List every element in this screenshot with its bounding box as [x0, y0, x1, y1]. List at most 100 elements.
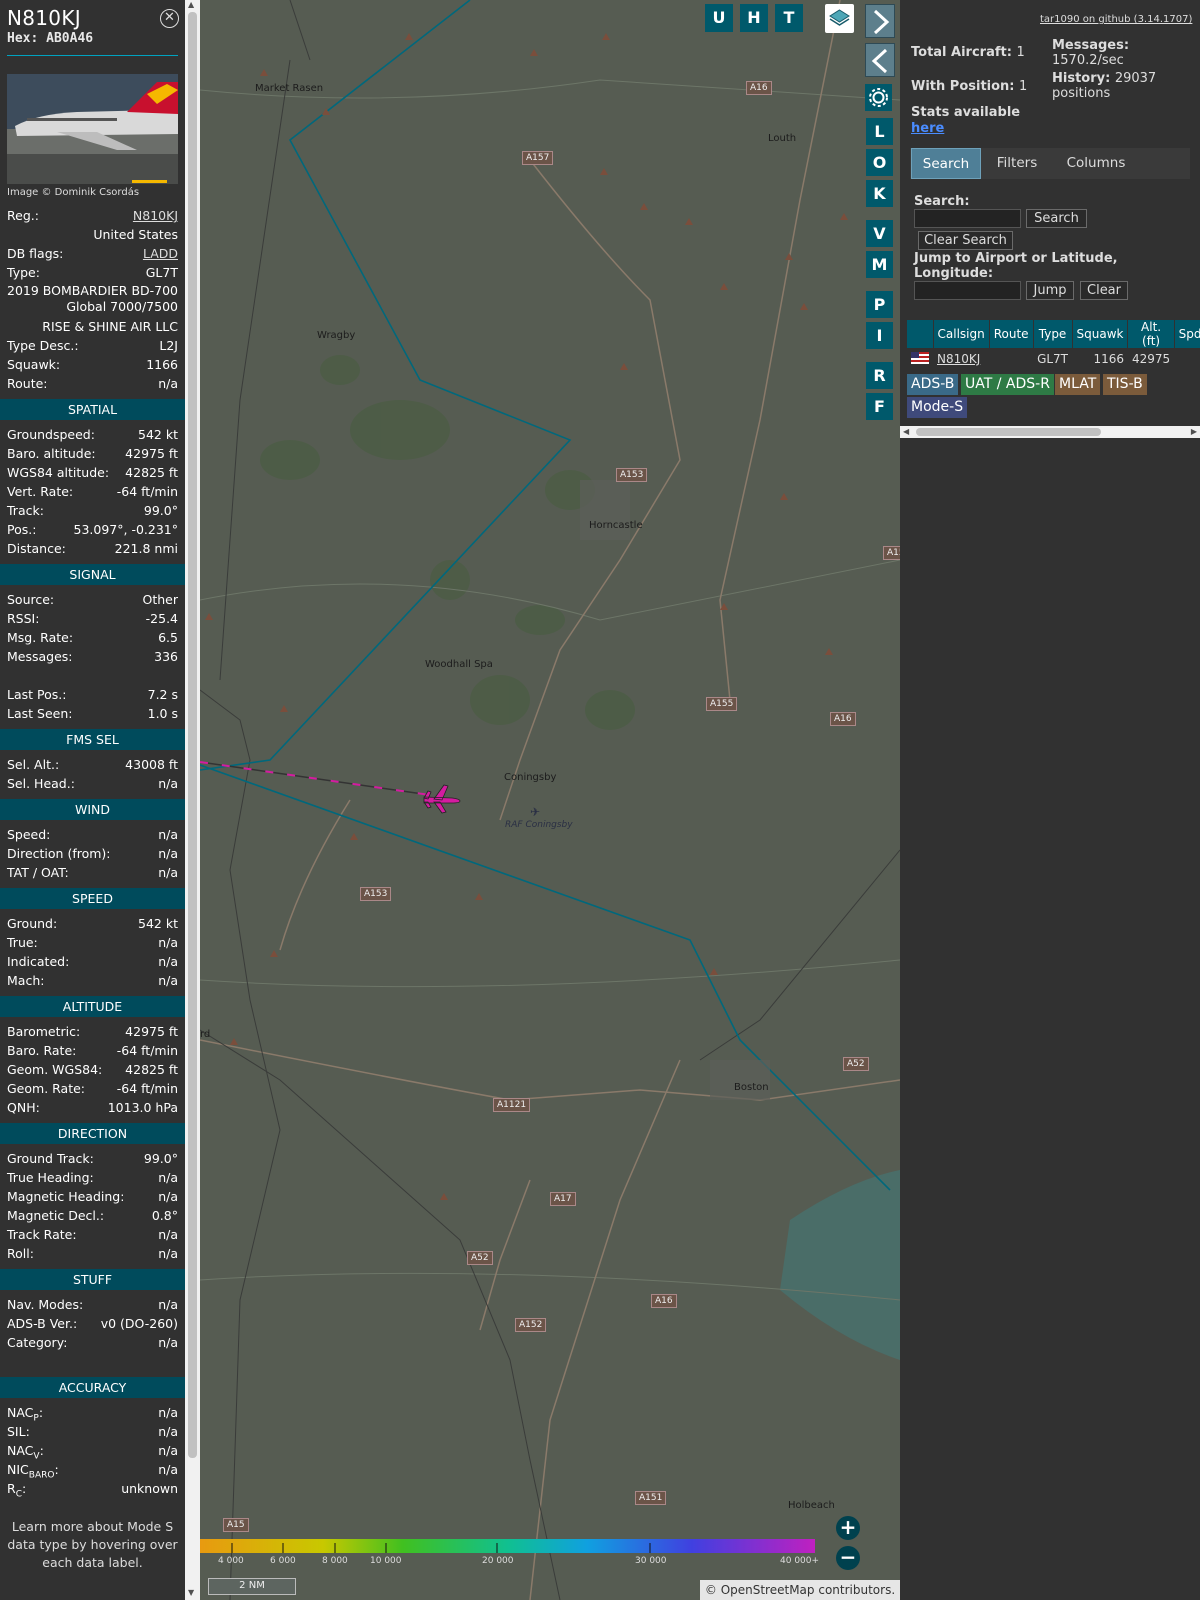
- table-cell: [1174, 348, 1200, 370]
- tab-columns[interactable]: Columns: [1053, 148, 1139, 179]
- info-link[interactable]: N810KJ: [133, 206, 178, 225]
- table-horizontal-scrollbar[interactable]: ◀ ▶: [900, 426, 1200, 438]
- info-label[interactable]: Distance:: [7, 539, 66, 558]
- info-label[interactable]: Nav. Modes:: [7, 1295, 83, 1314]
- jump-input[interactable]: [914, 281, 1021, 300]
- button-o[interactable]: O: [866, 149, 893, 176]
- info-label[interactable]: Category:: [7, 1333, 67, 1352]
- info-label[interactable]: Vert. Rate:: [7, 482, 73, 501]
- legend-mlat[interactable]: MLAT: [1055, 374, 1101, 395]
- info-label[interactable]: Last Seen:: [7, 704, 72, 723]
- column-header[interactable]: Route: [989, 320, 1034, 348]
- tab-filters[interactable]: Filters: [982, 148, 1052, 179]
- info-label[interactable]: Direction (from):: [7, 844, 111, 863]
- aircraft-photo[interactable]: [7, 74, 178, 184]
- info-label[interactable]: Barometric:: [7, 1022, 80, 1041]
- legend-tis-b[interactable]: TIS-B: [1103, 374, 1147, 395]
- info-row: Type: GL7T: [0, 263, 185, 282]
- button-i[interactable]: I: [866, 322, 893, 349]
- button-u[interactable]: U: [705, 4, 733, 32]
- gear-icon[interactable]: [865, 84, 892, 111]
- column-header[interactable]: Callsign: [933, 320, 990, 348]
- info-label[interactable]: ADS-B Ver.:: [7, 1314, 77, 1333]
- info-label[interactable]: SIL:: [7, 1422, 30, 1441]
- road-label: A16: [651, 1294, 677, 1308]
- button-f[interactable]: F: [866, 393, 893, 420]
- button-m[interactable]: M: [866, 251, 893, 278]
- info-label[interactable]: RSSI:: [7, 609, 39, 628]
- callsign-link[interactable]: N810KJ: [937, 352, 980, 366]
- version-link[interactable]: tar1090 on github (3.14.1707): [1040, 14, 1192, 25]
- zoom-out-button[interactable]: −: [836, 1546, 860, 1570]
- info-link[interactable]: LADD: [143, 244, 178, 263]
- button-r[interactable]: R: [866, 362, 893, 389]
- info-label[interactable]: Mach:: [7, 971, 44, 990]
- legend-uat-ads-r[interactable]: UAT / ADS-R: [961, 374, 1054, 395]
- info-label[interactable]: Sel. Alt.:: [7, 755, 59, 774]
- button-l[interactable]: L: [866, 118, 893, 145]
- zoom-in-button[interactable]: +: [836, 1516, 860, 1540]
- tab-search[interactable]: Search: [911, 148, 981, 179]
- info-label[interactable]: NACP:: [7, 1403, 43, 1424]
- button-t[interactable]: T: [775, 4, 803, 32]
- stats-link[interactable]: here: [911, 121, 944, 136]
- chevron-left-icon[interactable]: [865, 43, 895, 77]
- info-label[interactable]: Roll:: [7, 1244, 34, 1263]
- close-icon[interactable]: ✕: [160, 9, 179, 28]
- table-row[interactable]: N810KJ GL7T 1166 42975: [907, 348, 1200, 370]
- info-row: ADS-B Ver.: v0 (DO-260): [0, 1314, 185, 1333]
- osm-link[interactable]: OpenStreetMap: [721, 1583, 815, 1597]
- info-label[interactable]: Ground Track:: [7, 1149, 94, 1168]
- map-view[interactable]: Market Rasen Louth Wragby Horncastle Woo…: [200, 0, 900, 1600]
- button-v[interactable]: V: [866, 220, 893, 247]
- info-label[interactable]: NACV:: [7, 1441, 44, 1462]
- info-label[interactable]: Messages:: [7, 647, 73, 666]
- info-label[interactable]: Source:: [7, 590, 54, 609]
- info-label[interactable]: Indicated:: [7, 952, 69, 971]
- legend-ads-b[interactable]: ADS-B: [907, 374, 959, 395]
- info-label[interactable]: Track:: [7, 501, 44, 520]
- info-label[interactable]: Groundspeed:: [7, 425, 95, 444]
- info-label[interactable]: Geom. Rate:: [7, 1079, 85, 1098]
- clear-search-button[interactable]: Clear Search: [918, 231, 1013, 250]
- info-label[interactable]: Baro. altitude:: [7, 444, 96, 463]
- info-label[interactable]: RC:: [7, 1479, 26, 1500]
- info-panel-scrollbar[interactable]: ▲ ▼: [185, 0, 200, 1600]
- layers-icon[interactable]: [825, 4, 854, 33]
- info-label[interactable]: Ground:: [7, 914, 57, 933]
- aircraft-marker-icon[interactable]: [422, 783, 462, 815]
- info-label[interactable]: Speed:: [7, 825, 50, 844]
- info-label[interactable]: Magnetic Decl.:: [7, 1206, 104, 1225]
- info-label[interactable]: Magnetic Heading:: [7, 1187, 124, 1206]
- column-header[interactable]: Spd.: [1174, 320, 1200, 348]
- info-label[interactable]: Pos.:: [7, 520, 36, 539]
- info-label[interactable]: Geom. WGS84:: [7, 1060, 102, 1079]
- info-label[interactable]: Msg. Rate:: [7, 628, 73, 647]
- info-row: Track: 99.0°: [0, 501, 185, 520]
- jump-button[interactable]: Jump: [1026, 281, 1074, 300]
- info-label[interactable]: True Heading:: [7, 1168, 94, 1187]
- divider: [7, 55, 178, 56]
- column-header[interactable]: Squawk: [1072, 320, 1129, 348]
- column-header[interactable]: Alt. (ft): [1127, 320, 1175, 348]
- info-label[interactable]: Track Rate:: [7, 1225, 77, 1244]
- column-header[interactable]: [907, 320, 934, 348]
- chevron-right-icon[interactable]: [865, 4, 895, 38]
- info-label[interactable]: WGS84 altitude:: [7, 463, 109, 482]
- info-label[interactable]: QNH:: [7, 1098, 40, 1117]
- search-input[interactable]: [914, 209, 1021, 228]
- button-k[interactable]: K: [866, 180, 893, 207]
- info-label[interactable]: Last Pos.:: [7, 685, 66, 704]
- button-h[interactable]: H: [740, 4, 768, 32]
- info-label[interactable]: NICBARO:: [7, 1460, 59, 1481]
- info-label[interactable]: True:: [7, 933, 38, 952]
- legend-mode-s[interactable]: Mode-S: [907, 397, 968, 418]
- info-label[interactable]: Sel. Head.:: [7, 774, 75, 793]
- info-label[interactable]: TAT / OAT:: [7, 863, 69, 882]
- column-header[interactable]: Type: [1033, 320, 1073, 348]
- info-label[interactable]: Baro. Rate:: [7, 1041, 76, 1060]
- button-p[interactable]: P: [866, 291, 893, 318]
- search-button[interactable]: Search: [1026, 209, 1087, 228]
- clear-jump-button[interactable]: Clear: [1080, 281, 1128, 300]
- info-row: Vert. Rate: -64 ft/min: [0, 482, 185, 501]
